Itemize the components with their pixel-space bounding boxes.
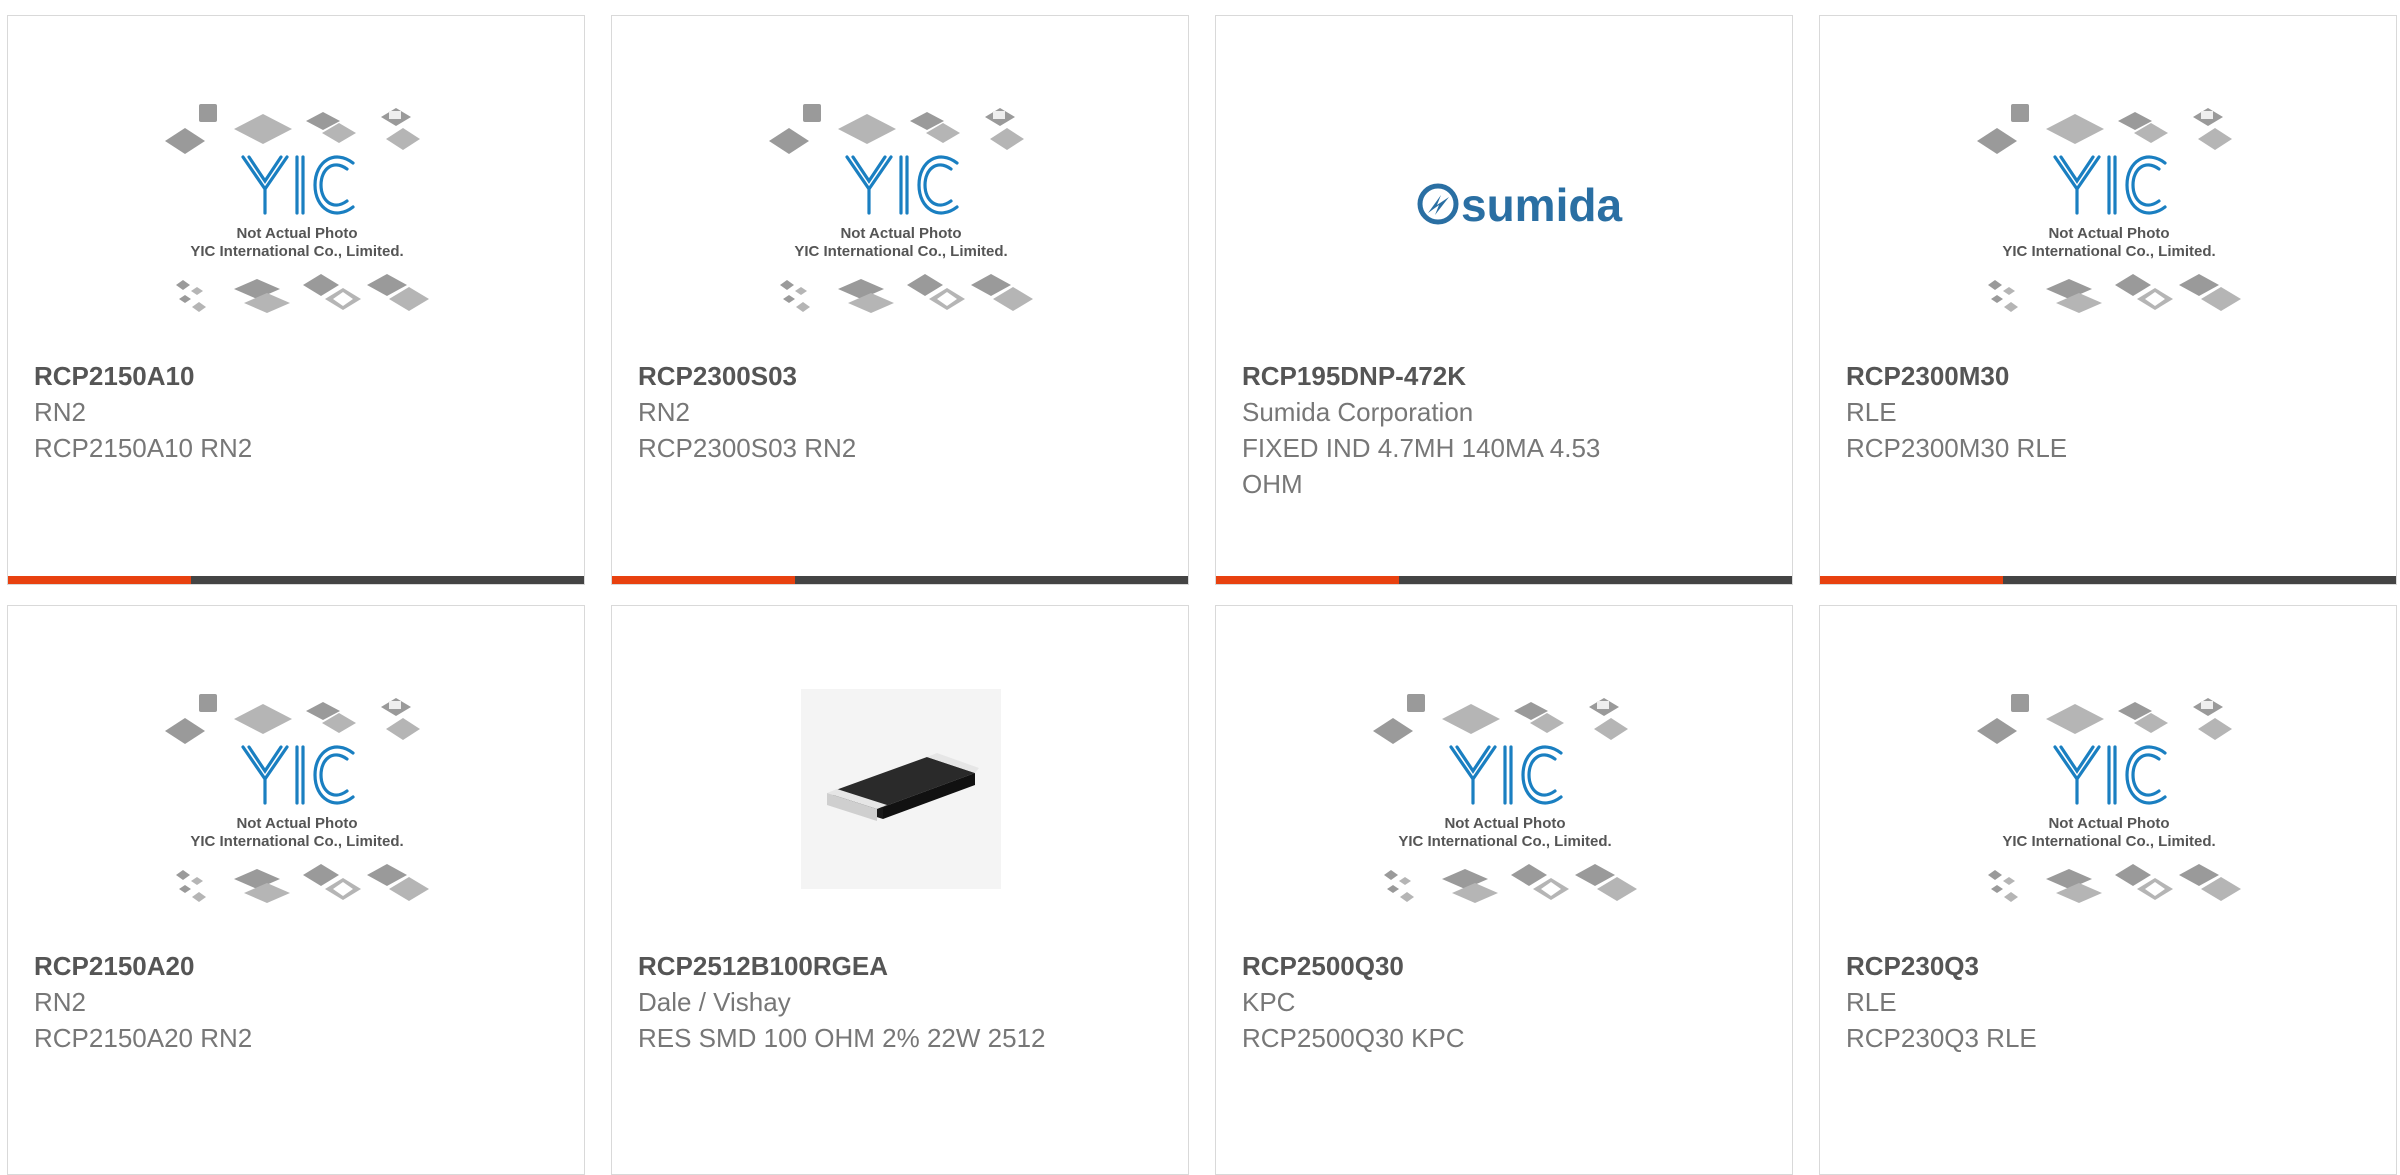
product-card[interactable]: sumida RCP195DNP-472K Sumida Corporation… [1215, 15, 1793, 585]
description-text: RCP2300M30 RLE [1846, 433, 2068, 463]
part-number-link[interactable]: RCP2300M30 [1846, 358, 2266, 394]
product-image[interactable]: Not Actual Photo YIC International Co., L… [612, 16, 1188, 361]
product-card[interactable]: Not Actual Photo YIC International Co., L… [7, 15, 585, 585]
svg-text:YIC International Co., Limited: YIC International Co., Limited. [1398, 833, 1611, 850]
description-text: FIXED IND 4.7MH 140MA 4.53 OHM [1242, 433, 1601, 499]
part-number-link[interactable]: RCP2512B100RGEA [638, 948, 1058, 984]
product-card[interactable]: Not Actual Photo YIC International Co., L… [611, 15, 1189, 585]
manufacturer-label: RLE [1846, 987, 1897, 1017]
card-bottom-bar [1820, 576, 2396, 584]
yic-placeholder-image: Not Actual PhotoYIC International Co., L… [165, 104, 429, 313]
svg-text:Not Actual Photo: Not Actual Photo [236, 225, 357, 242]
description-text: RCP2150A10 RN2 [34, 433, 253, 463]
svg-text:Not Actual Photo: Not Actual Photo [236, 815, 357, 832]
svg-text:Not Actual Photo: Not Actual Photo [2048, 225, 2169, 242]
card-accent-bar [612, 576, 795, 584]
part-number-link[interactable]: RCP2500Q30 [1242, 948, 1662, 984]
manufacturer-label: Dale / Vishay [638, 987, 791, 1017]
part-number-link[interactable]: RCP230Q3 [1846, 948, 2266, 984]
product-image[interactable]: Not Actual Photo YIC International Co., L… [1216, 606, 1792, 951]
card-accent-bar [8, 576, 191, 584]
yic-placeholder-image: Not Actual PhotoYIC International Co., L… [165, 694, 429, 903]
svg-text:Not Actual Photo: Not Actual Photo [1444, 815, 1565, 832]
product-card[interactable]: Not Actual Photo YIC International Co., L… [1215, 605, 1793, 1175]
svg-text:Not Actual Photo: Not Actual Photo [2048, 815, 2169, 832]
card-bottom-bar [8, 576, 584, 584]
manufacturer-label: RN2 [34, 397, 87, 427]
description-text: RCP2500Q30 KPC [1242, 1023, 1465, 1053]
svg-text:YIC International Co., Limited: YIC International Co., Limited. [2002, 243, 2215, 260]
manufacturer-label: RLE [1846, 397, 1897, 427]
description-text: RES SMD 100 OHM 2% 22W 2512 [638, 1023, 1046, 1053]
product-card[interactable]: RCP2512B100RGEA Dale / Vishay RES SMD 10… [611, 605, 1189, 1175]
product-image[interactable] [612, 606, 1188, 951]
card-bottom-bar [612, 576, 1188, 584]
product-card[interactable]: Not Actual Photo YIC International Co., L… [1819, 605, 2397, 1175]
product-image[interactable]: sumida [1216, 16, 1792, 361]
svg-text:YIC International Co., Limited: YIC International Co., Limited. [2002, 833, 2215, 850]
smd-resistor-photo [801, 689, 1001, 889]
manufacturer-label: RN2 [34, 987, 87, 1017]
part-number-link[interactable]: RCP2300S03 [638, 358, 1058, 394]
svg-text:YIC International Co., Limited: YIC International Co., Limited. [190, 833, 403, 850]
manufacturer-label: KPC [1242, 987, 1296, 1017]
manufacturer-label: Sumida Corporation [1242, 397, 1474, 427]
product-image[interactable]: Not Actual Photo YIC International Co., L… [1820, 606, 2396, 951]
product-grid: Not Actual Photo YIC International Co., L… [0, 0, 2400, 1175]
product-image[interactable]: Not Actual Photo YIC International Co., L… [1820, 16, 2396, 361]
product-image[interactable]: Not Actual Photo YIC International Co., L… [8, 16, 584, 361]
part-number-link[interactable]: RCP2150A20 [34, 948, 454, 984]
manufacturer-label: RN2 [638, 397, 691, 427]
product-image[interactable]: Not Actual Photo YIC International Co., L… [8, 606, 584, 951]
product-card[interactable]: Not Actual Photo YIC International Co., L… [1819, 15, 2397, 585]
yic-placeholder-image: Not Actual PhotoYIC International Co., L… [769, 104, 1033, 313]
part-number-link[interactable]: RCP195DNP-472K [1242, 358, 1662, 394]
description-text: RCP2150A20 RN2 [34, 1023, 253, 1053]
card-accent-bar [1216, 576, 1399, 584]
description-text: RCP2300S03 RN2 [638, 433, 857, 463]
svg-text:sumida: sumida [1461, 179, 1622, 231]
card-accent-bar [1820, 576, 2003, 584]
sumida-logo: sumida [1417, 179, 1622, 231]
yic-placeholder-image: Not Actual PhotoYIC International Co., L… [1977, 104, 2241, 313]
yic-placeholder-image: Not Actual PhotoYIC International Co., L… [1373, 694, 1637, 903]
svg-text:YIC International Co., Limited: YIC International Co., Limited. [190, 243, 403, 260]
svg-text:YIC International Co., Limited: YIC International Co., Limited. [794, 243, 1007, 260]
part-number-link[interactable]: RCP2150A10 [34, 358, 454, 394]
yic-placeholder-image: Not Actual PhotoYIC International Co., L… [1977, 694, 2241, 903]
card-bottom-bar [1216, 576, 1792, 584]
product-card[interactable]: Not Actual Photo YIC International Co., L… [7, 605, 585, 1175]
svg-text:Not Actual Photo: Not Actual Photo [840, 225, 961, 242]
description-text: RCP230Q3 RLE [1846, 1023, 2037, 1053]
